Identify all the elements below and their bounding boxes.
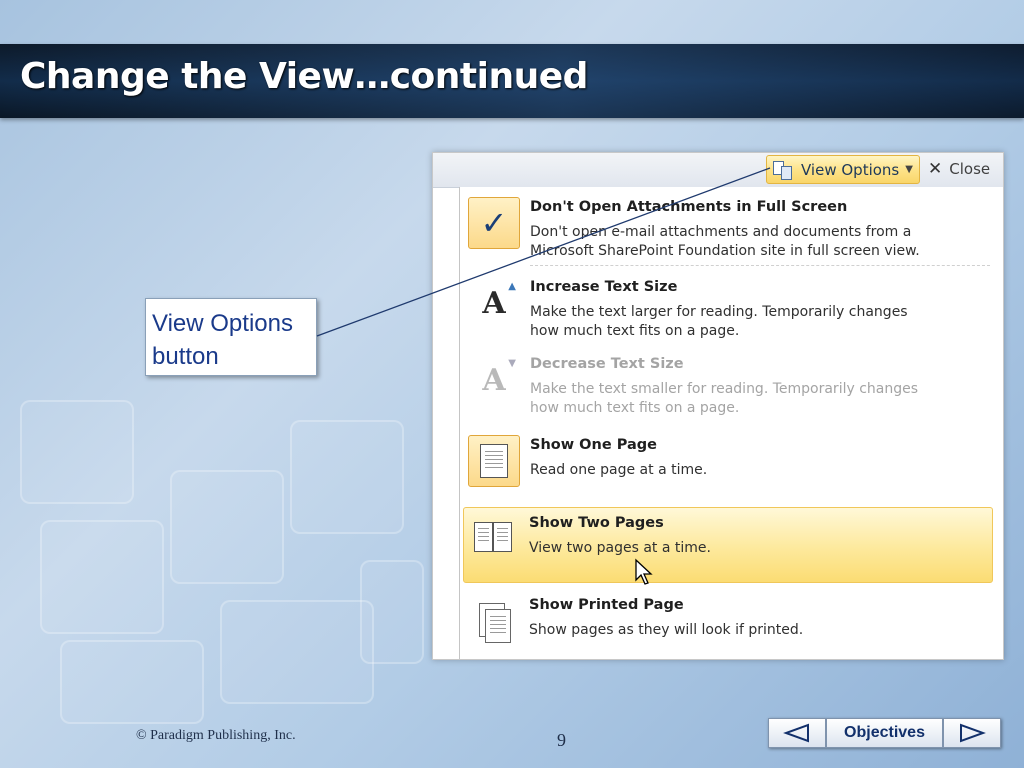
arrow-right-icon: [960, 723, 986, 743]
next-slide-button[interactable]: [943, 718, 1001, 748]
menu-item-heading: Decrease Text Size: [530, 356, 684, 372]
arrow-left-icon: [783, 723, 809, 743]
menu-item-description: Make the text smaller for reading. Tempo…: [530, 380, 990, 418]
objectives-button[interactable]: Objectives: [826, 718, 943, 748]
checkmark-icon: ✓: [468, 197, 520, 249]
mouse-cursor-icon: [635, 558, 653, 585]
menu-item-description: Don't open e-mail attachments and docume…: [530, 223, 990, 261]
close-icon: ✕: [928, 159, 943, 179]
menu-item-dont-open-attachments[interactable]: ✓ Don't Open Attachments in Full Screen …: [460, 193, 996, 259]
slide-navigation: Objectives: [768, 718, 1001, 748]
menu-item-heading: Don't Open Attachments in Full Screen: [530, 199, 848, 215]
close-label: Close: [949, 160, 991, 178]
description-line: Don't open e-mail attachments and docume…: [530, 224, 912, 240]
view-options-label: View Options: [801, 160, 900, 179]
slide-title: Change the View…continued: [20, 56, 588, 97]
menu-item-show-one-page[interactable]: Show One Page Read one page at a time.: [460, 431, 996, 495]
callout-line: button: [152, 343, 219, 370]
description-line: how much text fits on a page.: [530, 323, 740, 339]
menu-item-decrease-text-size: A ▼ Decrease Text Size Make the text smal…: [460, 350, 996, 416]
chevron-down-icon: ▼: [905, 164, 913, 175]
description-line: Make the text larger for reading. Tempor…: [530, 304, 908, 320]
menu-item-description: Read one page at a time.: [530, 461, 990, 480]
screenshot-panel: View Options ▼ ✕ Close ✓ Don't Open Atta…: [432, 152, 1004, 660]
menu-item-increase-text-size[interactable]: A ▲ Increase Text Size Make the text larg…: [460, 273, 996, 339]
callout-box: View Options button: [145, 298, 317, 376]
menu-item-hover-highlight: [463, 507, 993, 583]
one-page-icon: [468, 435, 520, 487]
view-options-icon: [773, 160, 795, 180]
view-options-menu: ✓ Don't Open Attachments in Full Screen …: [459, 187, 1003, 659]
callout-line: View Options: [152, 310, 293, 337]
copyright-text: © Paradigm Publishing, Inc.: [136, 728, 296, 743]
previous-slide-button[interactable]: [768, 718, 826, 748]
description-line: how much text fits on a page.: [530, 400, 740, 416]
menu-item-heading: Show One Page: [530, 437, 657, 453]
separator: [530, 265, 990, 266]
description-line: Make the text smaller for reading. Tempo…: [530, 381, 919, 397]
menu-item-description: Make the text larger for reading. Tempor…: [530, 303, 990, 341]
decrease-text-icon: A ▼: [482, 358, 516, 398]
page-number: 9: [557, 730, 566, 750]
description-line: Read one page at a time.: [530, 462, 708, 478]
close-button[interactable]: ✕ Close: [928, 159, 990, 179]
increase-text-icon: A ▲: [482, 281, 516, 321]
menu-item-heading: Increase Text Size: [530, 279, 678, 295]
description-line: Microsoft SharePoint Foundation site in …: [530, 243, 920, 259]
view-options-button[interactable]: View Options ▼: [766, 155, 920, 184]
reading-toolbar: View Options ▼ ✕ Close: [433, 153, 1003, 188]
